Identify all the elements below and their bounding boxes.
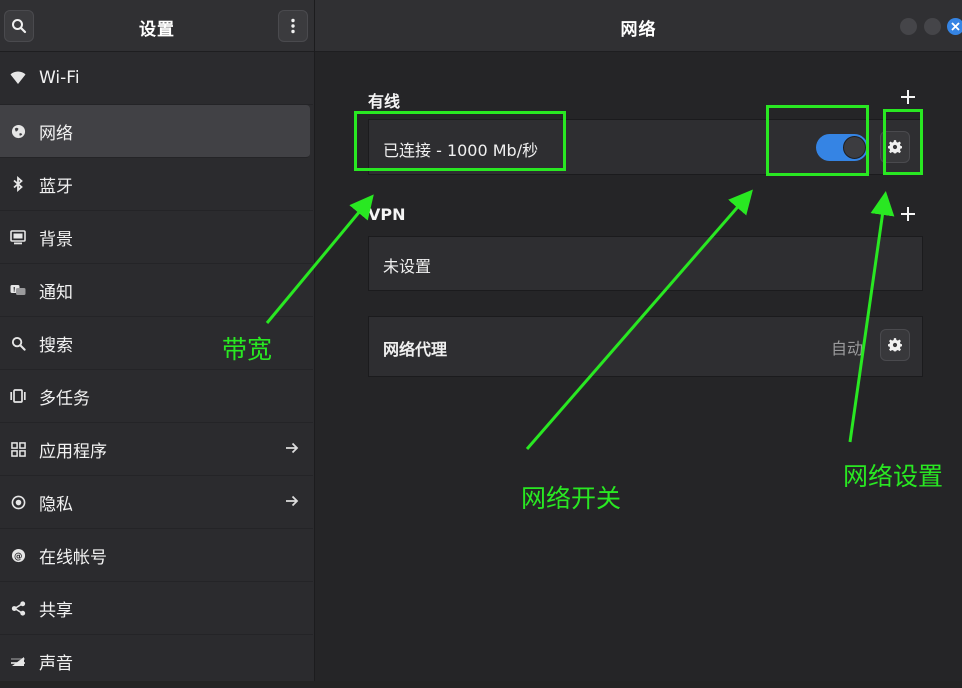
wired-settings-button[interactable] <box>880 131 910 163</box>
sidebar-item-notifications[interactable]: ! 通知 <box>0 264 313 317</box>
bluetooth-icon <box>10 176 26 192</box>
proxy-label: 网络代理 <box>383 340 448 359</box>
main-header: 网络 <box>315 0 962 52</box>
arrow-right-icon <box>285 440 299 459</box>
sidebar-item-label: 背景 <box>39 229 73 250</box>
maximize-button[interactable] <box>924 18 941 35</box>
wired-section-title: 有线 <box>368 92 401 111</box>
search-icon <box>10 335 26 351</box>
plus-icon <box>901 90 915 104</box>
multitask-icon <box>10 388 26 404</box>
proxy-settings-button[interactable] <box>880 329 910 361</box>
toggle-knob <box>843 136 866 159</box>
sidebar-title: 设置 <box>139 20 175 40</box>
plus-icon <box>901 207 915 221</box>
sound-icon <box>10 653 26 669</box>
sidebar-item-label: 通知 <box>39 282 73 303</box>
sidebar-item-multitasking[interactable]: 多任务 <box>0 370 313 423</box>
sidebar-item-sharing[interactable]: 共享 <box>0 582 313 635</box>
gear-icon <box>888 140 902 154</box>
sidebar-item-label: 在线帐号 <box>39 547 107 568</box>
sidebar-item-label: 应用程序 <box>39 441 107 462</box>
kebab-menu-icon <box>291 18 295 34</box>
minimize-button[interactable] <box>900 18 917 35</box>
wired-status: 已连接 - 1000 Mb/秒 <box>383 141 539 160</box>
proxy-status: 自动 <box>831 339 864 358</box>
notification-icon: ! <box>10 282 26 298</box>
sidebar-item-label: 多任务 <box>39 388 90 409</box>
vpn-row: 未设置 <box>368 236 923 291</box>
sidebar-item-wifi[interactable]: Wi-Fi <box>0 52 313 105</box>
online-accounts-icon: @ <box>10 547 26 563</box>
globe-icon <box>10 123 26 139</box>
wired-toggle-switch[interactable] <box>816 134 868 161</box>
vpn-section-title: VPN <box>368 205 406 224</box>
sidebar-item-label: 声音 <box>39 653 73 674</box>
sidebar-item-label: 隐私 <box>39 494 73 515</box>
sidebar-nav-list: Wi-Fi 网络 蓝牙 背景 ! 通知 搜索 多任务 应用程序 隐私 @ 在线帐… <box>0 52 313 688</box>
share-icon <box>10 600 26 616</box>
apps-grid-icon <box>10 441 26 457</box>
sidebar-item-apps[interactable]: 应用程序 <box>0 423 313 476</box>
add-wired-button[interactable] <box>900 89 916 109</box>
sidebar-item-label: 共享 <box>39 600 73 621</box>
sidebar-item-online-accounts[interactable]: @ 在线帐号 <box>0 529 313 582</box>
network-settings-annotation: 网络设置 <box>843 462 944 491</box>
sidebar-item-sound[interactable]: 声音 <box>0 635 313 688</box>
gear-icon <box>888 338 902 352</box>
sidebar-item-background[interactable]: 背景 <box>0 211 313 264</box>
wifi-icon <box>10 70 26 86</box>
sidebar-item-label: 网络 <box>39 123 73 144</box>
bandwidth-annotation: 带宽 <box>222 335 273 364</box>
privacy-icon <box>10 494 26 510</box>
svg-text:@: @ <box>14 550 22 560</box>
sidebar-item-label: Wi-Fi <box>39 68 80 88</box>
sidebar-item-bluetooth[interactable]: 蓝牙 <box>0 158 313 211</box>
sidebar-item-label: 蓝牙 <box>39 176 73 197</box>
vpn-status: 未设置 <box>383 257 432 276</box>
arrow-right-icon <box>285 493 299 512</box>
close-icon <box>951 22 960 31</box>
page-title: 网络 <box>620 20 657 40</box>
network-switch-annotation: 网络开关 <box>521 484 622 513</box>
sidebar-header: 设置 <box>0 0 314 52</box>
sidebar-menu-button[interactable] <box>278 10 308 42</box>
close-button[interactable] <box>947 18 962 35</box>
sidebar-item-network[interactable]: 网络 <box>0 105 310 158</box>
add-vpn-button[interactable] <box>900 206 916 226</box>
svg-text:!: ! <box>13 286 16 294</box>
sidebar-item-label: 搜索 <box>39 335 73 356</box>
background-icon <box>10 229 26 245</box>
sidebar-item-privacy[interactable]: 隐私 <box>0 476 313 529</box>
